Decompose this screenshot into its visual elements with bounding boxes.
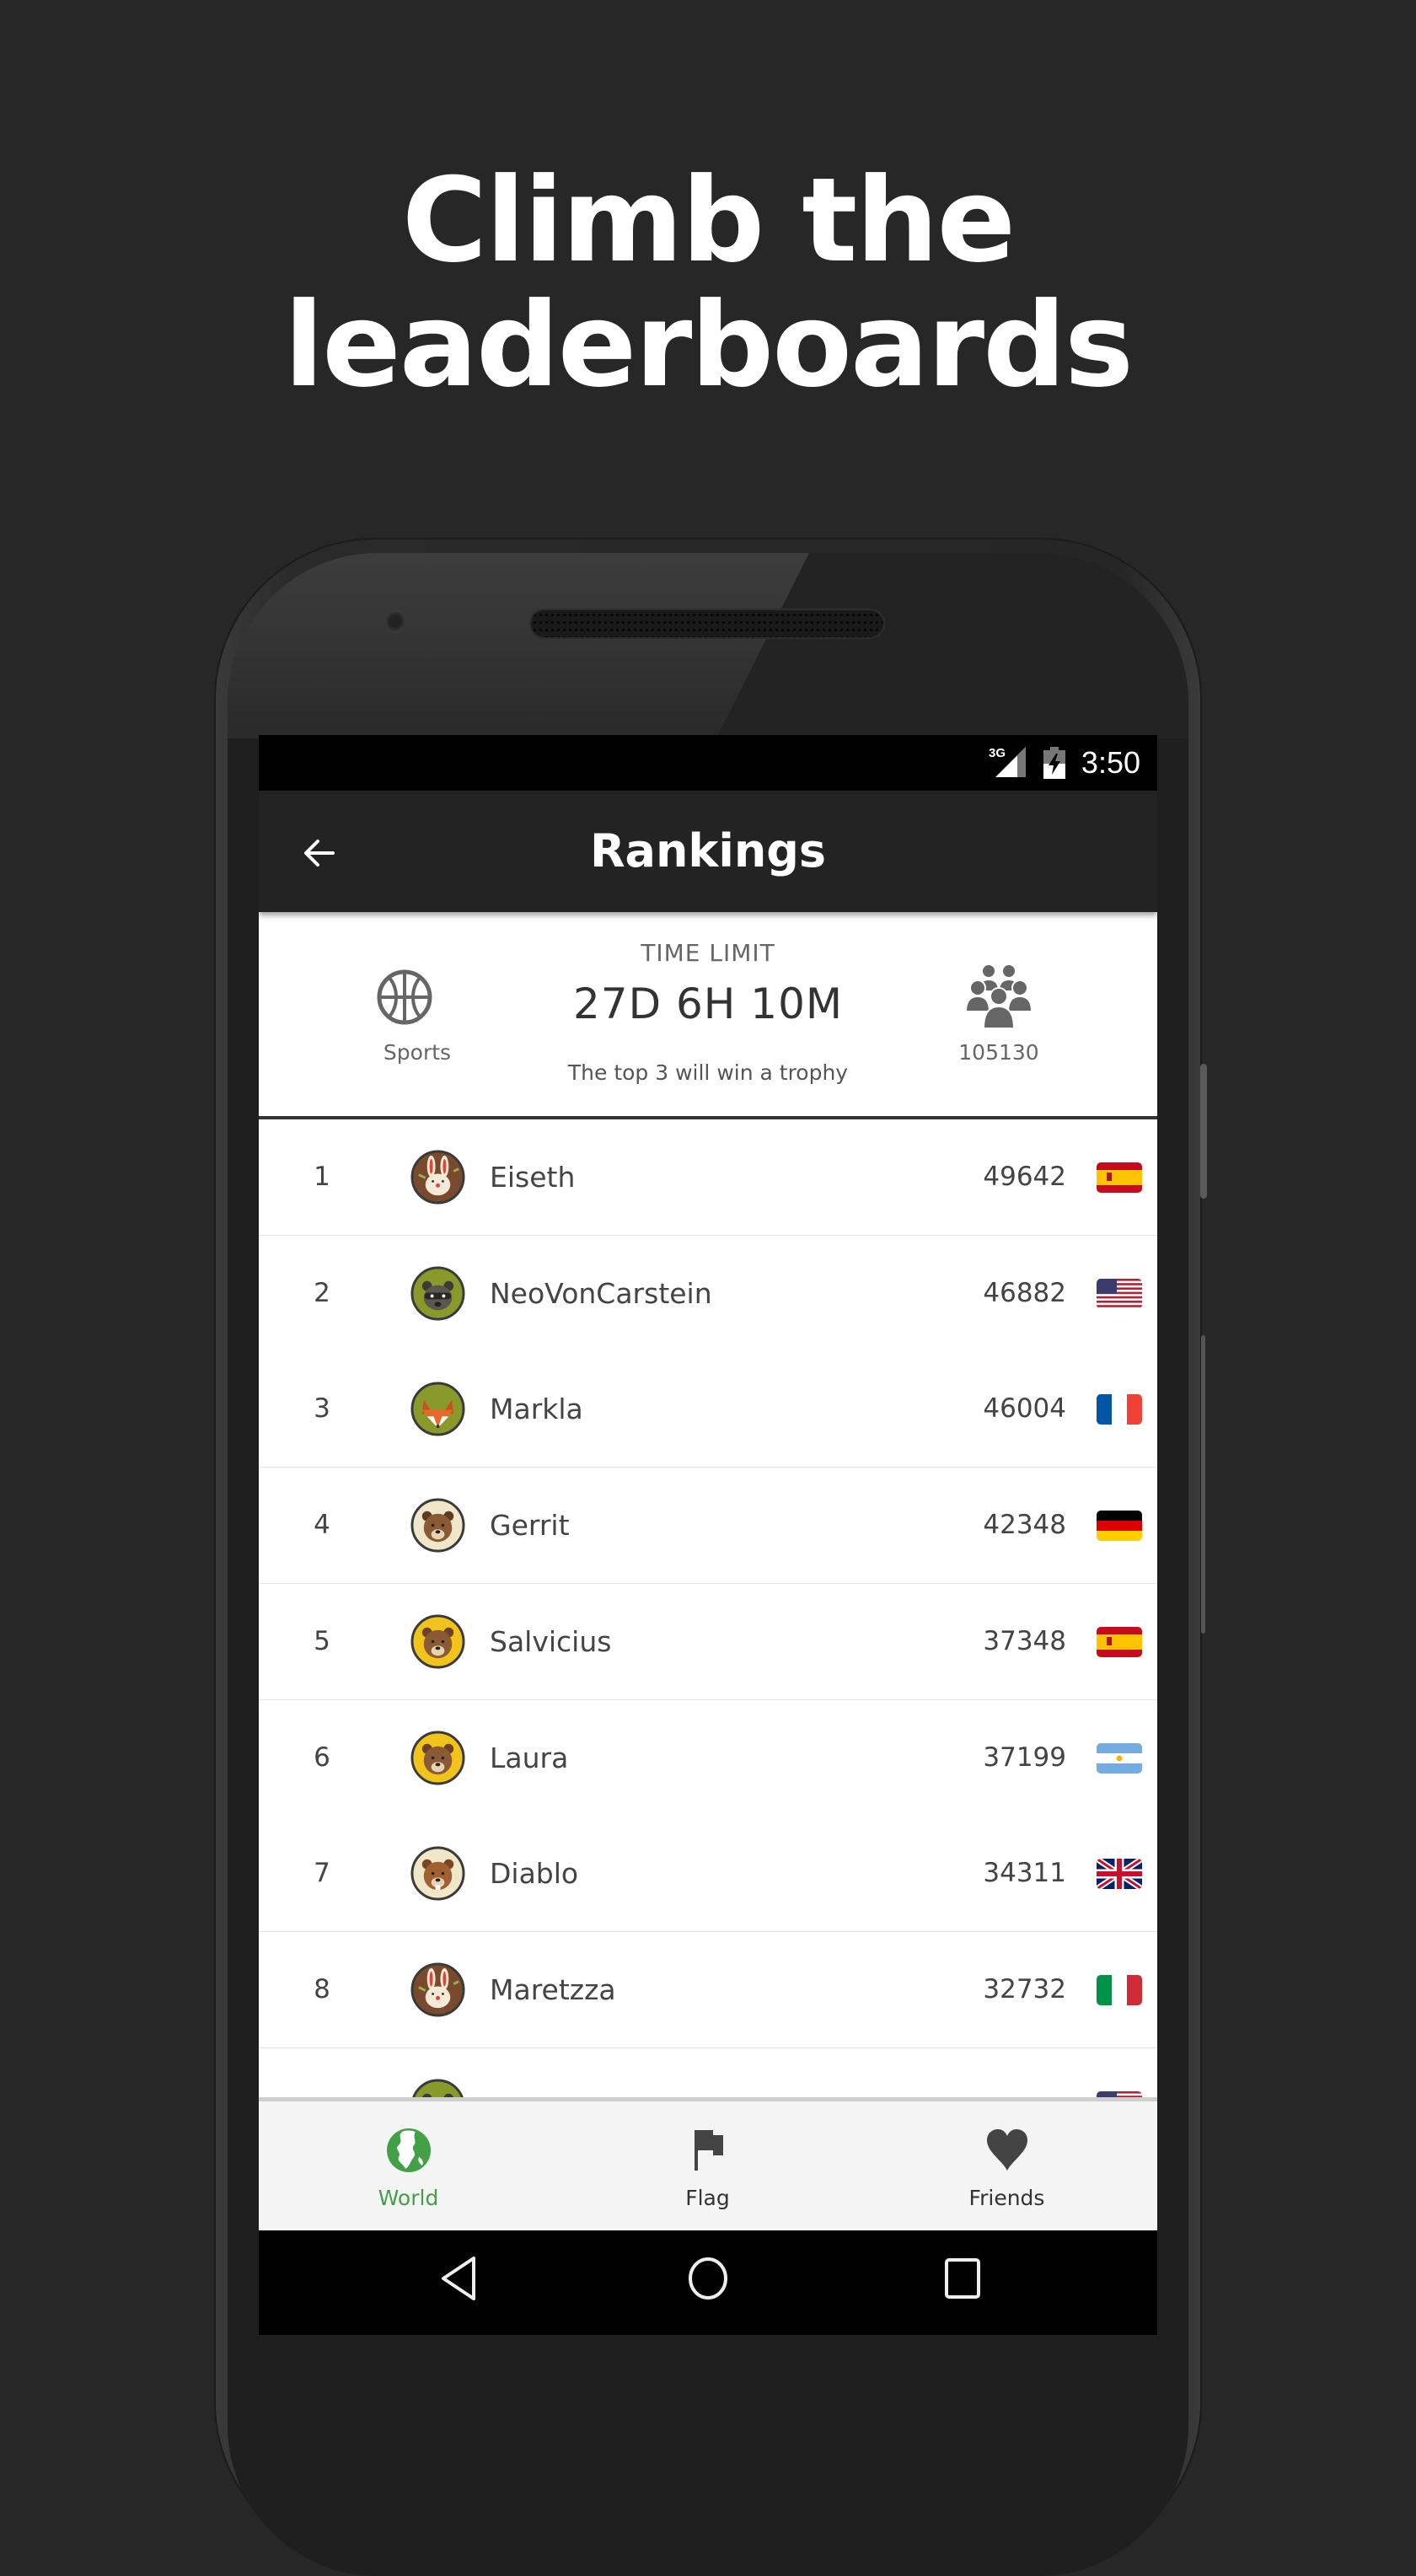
earpiece-speaker — [529, 609, 885, 639]
flag-icon — [695, 2130, 723, 2171]
tab-flag-label: Flag — [685, 2186, 730, 2210]
headline-line-2: leaderboards — [283, 277, 1134, 413]
bottom-navigation: World Flag Friends — [259, 2097, 1157, 2230]
spain-flag-icon — [1097, 1162, 1142, 1193]
bear-avatar-icon — [410, 1614, 465, 1669]
tab-friends-label: Friends — [968, 2186, 1045, 2210]
france-flag-icon — [1097, 1394, 1142, 1425]
ranking-row[interactable]: 3 Markla 46004 — [259, 1351, 1157, 1470]
rabbit-avatar-icon — [410, 1962, 465, 2017]
page-title: Rankings — [589, 824, 827, 877]
participants-count: 105130 — [958, 1040, 1039, 1065]
system-navigation-bar — [259, 2230, 1157, 2335]
rank-number: 7 — [314, 1858, 330, 1889]
beaver-avatar-icon — [410, 1846, 465, 1901]
rank-number: 2 — [314, 1277, 330, 1308]
rank-number: 4 — [314, 1510, 330, 1541]
time-limit-value: 27D 6H 10M — [572, 979, 844, 1028]
italy-flag-icon — [1097, 1974, 1142, 2005]
rank-number: 8 — [314, 1973, 330, 2004]
ranking-row[interactable]: 8 Maretzza 32732 — [259, 1931, 1157, 2050]
clock: 3:50 — [1081, 745, 1140, 780]
player-score: 46882 — [983, 1277, 1066, 1308]
ranking-row[interactable]: 4 Gerrit 42348 — [259, 1468, 1157, 1586]
ranking-row[interactable]: 5 Salvicius 37348 — [259, 1583, 1157, 1702]
tournament-info-card: Sports TIME LIMIT 27D 6H 10M The top 3 w… — [259, 912, 1157, 1119]
power-button — [1201, 1335, 1205, 1634]
player-name: NeoVonCarstein — [490, 1276, 712, 1310]
battery-charging-icon — [1043, 747, 1065, 779]
player-name: Maretzza — [490, 1972, 616, 2006]
ranking-row[interactable]: 2 NeoVonCarstein 46882 — [259, 1235, 1157, 1354]
player-name: Laura — [490, 1741, 569, 1774]
phone-screen: 3G 3:50 Rankings Sports TIME LIMIT 27D 6… — [259, 735, 1157, 2335]
front-camera — [387, 609, 405, 633]
united-states-flag-icon — [1097, 1278, 1142, 1309]
time-limit-label: TIME LIMIT — [641, 939, 775, 967]
tab-friends[interactable]: Friends — [857, 2101, 1156, 2230]
rabbit-avatar-icon — [410, 1150, 465, 1205]
player-name: Gerrit — [490, 1509, 570, 1543]
tab-world[interactable]: World — [259, 2101, 558, 2230]
ranking-row[interactable]: 6 Laura 37199 — [259, 1699, 1157, 1818]
player-score: 42348 — [983, 1510, 1066, 1541]
player-name: Markla — [490, 1393, 583, 1426]
group-icon — [965, 963, 1032, 1029]
player-score: 34311 — [983, 1858, 1066, 1889]
player-score: 37199 — [983, 1741, 1066, 1773]
united-kingdom-flag-icon — [1097, 1859, 1142, 1890]
player-score: 32732 — [983, 1973, 1066, 2004]
trophy-note: The top 3 will win a trophy — [567, 1060, 849, 1085]
player-score: 49642 — [983, 1162, 1066, 1192]
heart-icon — [987, 2129, 1027, 2171]
germany-flag-icon — [1097, 1511, 1142, 1542]
rank-number: 6 — [314, 1741, 330, 1773]
recents-square-icon[interactable] — [944, 2256, 981, 2301]
signal-icon — [995, 747, 1026, 777]
bear-avatar-icon — [410, 1730, 465, 1785]
rank-number: 3 — [314, 1393, 330, 1425]
spain-flag-icon — [1097, 1626, 1142, 1657]
argentina-flag-icon — [1097, 1742, 1142, 1774]
headline: Climb the leaderboards — [0, 158, 1416, 408]
fox-avatar-icon — [410, 1382, 465, 1436]
dog-avatar-icon — [410, 1498, 465, 1553]
basketball-icon — [377, 969, 432, 1025]
status-bar: 3G 3:50 — [259, 735, 1157, 791]
headline-line-1: Climb the — [401, 153, 1016, 288]
app-bar: Rankings — [259, 791, 1157, 912]
player-name: Salvicius — [490, 1624, 612, 1658]
rank-number: 5 — [314, 1625, 330, 1656]
player-score: 46004 — [983, 1393, 1066, 1425]
globe-icon — [387, 2128, 431, 2172]
home-circle-icon[interactable] — [687, 2256, 729, 2301]
tab-flag[interactable]: Flag — [558, 2101, 857, 2230]
volume-button — [1200, 1064, 1207, 1199]
player-name: Eiseth — [490, 1161, 576, 1194]
ranking-row[interactable]: 7 Diablo 34311 — [259, 1816, 1157, 1935]
player-name: Diablo — [490, 1857, 579, 1891]
tab-world-label: World — [378, 2186, 439, 2210]
back-triangle-icon[interactable] — [440, 2256, 477, 2301]
ranking-row[interactable]: 1 Eiseth 49642 — [259, 1119, 1157, 1237]
player-score: 37348 — [983, 1625, 1066, 1656]
raccoon-avatar-icon — [410, 1266, 465, 1321]
rank-number: 1 — [314, 1162, 330, 1192]
